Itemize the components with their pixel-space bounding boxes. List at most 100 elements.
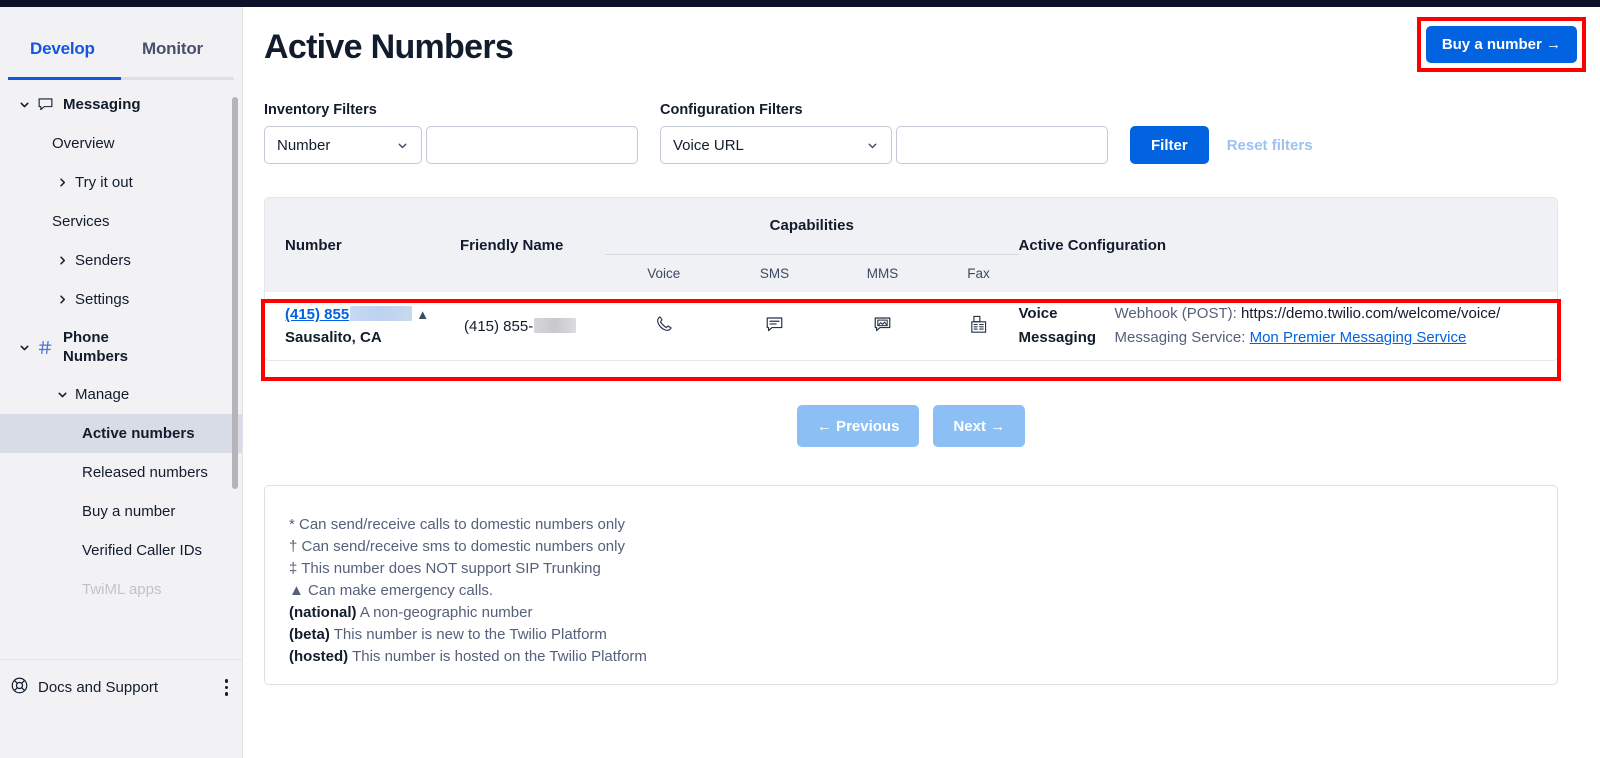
- legend-text: Can send/receive sms to domestic numbers…: [297, 538, 626, 555]
- kebab-menu-icon[interactable]: [224, 679, 228, 696]
- fax-icon: [968, 315, 989, 339]
- legend-symbol: (beta): [289, 626, 330, 643]
- sidebar-item-messaging[interactable]: Messaging: [0, 85, 242, 124]
- sidebar-item-twiml-apps[interactable]: TwiML apps: [0, 570, 242, 609]
- configuration-filters-label: Configuration Filters: [660, 102, 803, 118]
- docs-and-support[interactable]: Docs and Support: [0, 659, 242, 715]
- sidebar-item-label: Buy a number: [82, 503, 176, 520]
- chevron-down-icon: [20, 102, 29, 108]
- column-header-mms: MMS: [826, 253, 939, 292]
- cell-active-configuration: Voice Messaging Webhook (POST): https://…: [1019, 292, 1557, 360]
- buy-a-number-highlight: Buy a number →: [1416, 17, 1586, 72]
- cell-friendly-name: (415) 855-: [460, 292, 605, 360]
- chat-icon: [37, 96, 54, 113]
- legend-item: † Can send/receive sms to domestic numbe…: [289, 536, 1557, 558]
- configuration-filters: Configuration Filters Voice URL: [660, 102, 1108, 164]
- configuration-filter-select[interactable]: Voice URL: [660, 126, 892, 164]
- active-numbers-table: Number Friendly Name Capabilities Active…: [264, 197, 1558, 361]
- sidebar-item-verified-caller-ids[interactable]: Verified Caller IDs: [0, 531, 242, 570]
- main-content: Active Numbers Buy a number → Inventory …: [243, 7, 1600, 758]
- legend-text: This number does NOT support SIP Trunkin…: [297, 560, 601, 577]
- legend-text: Can make emergency calls.: [303, 582, 494, 599]
- sidebar-item-label: Manage: [75, 386, 130, 403]
- number-link[interactable]: (415) 855: [285, 306, 349, 323]
- sidebar-item-label: Released numbers: [82, 464, 208, 481]
- chevron-down-icon: [20, 345, 29, 350]
- previous-page-button[interactable]: ← Previous: [796, 405, 920, 447]
- filter-button[interactable]: Filter: [1130, 126, 1209, 164]
- sidebar-item-try-it-out[interactable]: Try it out: [0, 163, 242, 202]
- legend-item: ▲ Can make emergency calls.: [289, 580, 1557, 602]
- inventory-filter-select-value: Number: [277, 136, 331, 154]
- table-row[interactable]: (415) 855 ▲ Sausalito, CA (415) 855- Voi…: [265, 292, 1557, 360]
- sidebar-item-manage[interactable]: Manage: [0, 375, 242, 414]
- sidebar-scrollbar[interactable]: [232, 97, 238, 489]
- life-ring-icon: [10, 676, 29, 700]
- sidebar-tabs: Develop Monitor: [0, 7, 242, 85]
- page-title: Active Numbers: [264, 28, 514, 66]
- column-header-fax: Fax: [938, 253, 1019, 292]
- legend-symbol: ▲: [289, 582, 304, 599]
- sidebar-item-settings[interactable]: Settings: [0, 280, 242, 319]
- sidebar-item-label: Settings: [75, 291, 130, 308]
- sidebar-item-label: Verified Caller IDs: [82, 542, 203, 559]
- config-value-messaging: Messaging Service: Mon Premier Messaging…: [1115, 326, 1501, 350]
- inventory-filters: Inventory Filters Number: [264, 102, 638, 164]
- config-messaging-label: Messaging Service:: [1114, 329, 1250, 346]
- legend-text: A non-geographic number: [356, 604, 533, 621]
- friendly-name-text: (415) 855-: [464, 317, 534, 335]
- config-value-voice: Webhook (POST): https://demo.twilio.com/…: [1115, 302, 1501, 326]
- legend-text: This number is new to the Twilio Platfor…: [329, 626, 607, 643]
- sidebar-item-label: Senders: [75, 252, 131, 269]
- config-key-messaging: Messaging: [1018, 329, 1097, 346]
- sidebar-item-services[interactable]: Services: [0, 202, 242, 241]
- buy-a-number-button[interactable]: Buy a number →: [1425, 26, 1577, 63]
- next-page-button[interactable]: Next →: [933, 405, 1026, 447]
- chevron-right-icon: [60, 256, 66, 265]
- chat-bubble-icon: [764, 316, 785, 339]
- top-bar: [0, 0, 1600, 7]
- sidebar-item-label: Messaging: [63, 96, 141, 113]
- sidebar-item-phone-numbers[interactable]: Phone Numbers: [0, 319, 242, 375]
- configuration-filter-select-value: Voice URL: [673, 136, 744, 154]
- sidebar-item-label: Overview: [52, 135, 115, 152]
- sidebar-item-senders[interactable]: Senders: [0, 241, 242, 280]
- chevron-down-icon: [868, 143, 877, 148]
- legend-item: (national) A non-geographic number: [289, 602, 1557, 624]
- sidebar-item-label: Phone Numbers: [63, 329, 129, 365]
- column-header-capabilities: Capabilities: [769, 217, 854, 235]
- filters-bar: Inventory Filters Number Configuration F…: [264, 102, 1313, 164]
- legend-item: (beta) This number is new to the Twilio …: [289, 624, 1557, 646]
- tab-develop[interactable]: Develop: [30, 39, 95, 59]
- reset-filters-link[interactable]: Reset filters: [1227, 137, 1313, 154]
- legend-symbol: (hosted): [289, 648, 349, 665]
- cell-capability-voice: [605, 292, 722, 360]
- legend-text: Can send/receive calls to domestic numbe…: [294, 516, 625, 533]
- inventory-filter-input[interactable]: [426, 126, 638, 164]
- sidebar-item-active-numbers[interactable]: Active numbers: [0, 414, 242, 453]
- hash-icon: [37, 339, 54, 356]
- config-key-voice: Voice: [1018, 305, 1058, 322]
- cell-capability-fax: [938, 292, 1018, 360]
- sidebar-item-released-numbers[interactable]: Released numbers: [0, 453, 242, 492]
- column-header-friendly-name: Friendly Name: [460, 236, 564, 254]
- sidebar-item-buy-a-number[interactable]: Buy a number: [0, 492, 242, 531]
- chat-bubble-image-icon: [872, 316, 893, 339]
- inventory-filter-select[interactable]: Number: [264, 126, 422, 164]
- configuration-filter-input[interactable]: [896, 126, 1108, 164]
- cell-number: (415) 855 ▲ Sausalito, CA: [265, 292, 460, 360]
- chevron-right-icon: [60, 178, 66, 187]
- sidebar-item-label: Try it out: [75, 174, 133, 191]
- cell-capability-sms: [722, 292, 826, 360]
- config-voice-url: https://demo.twilio.com/welcome/voice/: [1240, 305, 1501, 322]
- legend-text: This number is hosted on the Twilio Plat…: [348, 648, 647, 665]
- sidebar-item-label: Services: [52, 213, 110, 230]
- messaging-service-link[interactable]: Mon Premier Messaging Service: [1250, 329, 1467, 346]
- column-header-active-configuration: Active Configuration: [1018, 236, 1167, 254]
- column-header-number: Number: [285, 236, 342, 254]
- sidebar-item-label: TwiML apps: [82, 581, 162, 598]
- tab-monitor[interactable]: Monitor: [142, 39, 203, 59]
- sidebar-item-overview[interactable]: Overview: [0, 124, 242, 163]
- number-location: Sausalito, CA: [285, 329, 382, 346]
- chevron-down-icon: [398, 143, 407, 148]
